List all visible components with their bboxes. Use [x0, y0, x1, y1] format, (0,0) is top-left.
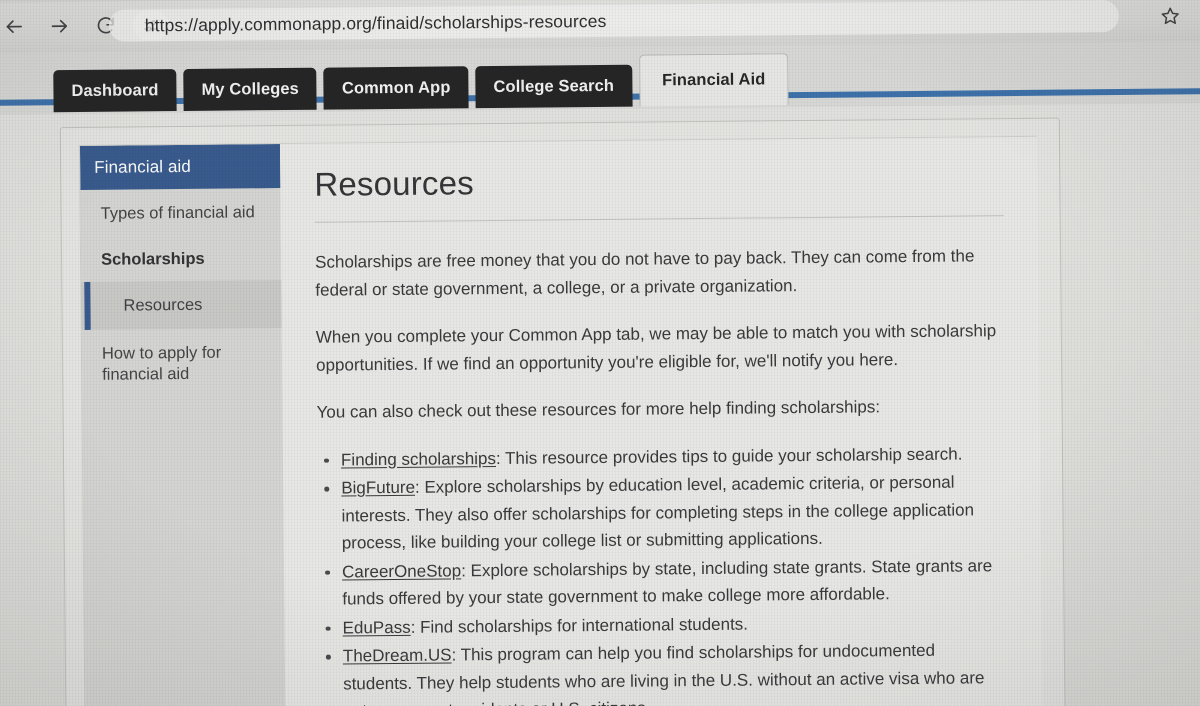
list-item: BigFuture: Explore scholarships by educa… [317, 468, 1007, 557]
resource-description: : Explore scholarships by education leve… [341, 472, 975, 553]
resource-link-edupass[interactable]: EduPass [343, 618, 411, 638]
financial-aid-sidebar: Financial aid Types of financial aid Sch… [79, 144, 286, 706]
star-icon[interactable] [1160, 5, 1181, 31]
card-inner: Financial aid Types of financial aid Sch… [78, 135, 1043, 706]
resource-link-bigfuture[interactable]: BigFuture [341, 478, 415, 498]
list-item: CareerOneStop: Explore scholarships by s… [318, 552, 1007, 614]
sidebar-item-how-to-apply-for-financial-aid[interactable]: How to apply for financial aid [82, 328, 283, 398]
resource-list: Finding scholarships: This resource prov… [317, 440, 1009, 706]
back-arrow-icon[interactable] [0, 10, 37, 42]
list-item: TheDream.US: This program can help you f… [319, 636, 1009, 706]
sidebar-item-resources[interactable]: Resources [81, 280, 281, 331]
sidebar-item-label: Scholarships [100, 249, 205, 269]
tab-my-colleges[interactable]: My Colleges [183, 67, 318, 111]
sidebar-item-label: Resources [123, 296, 203, 315]
screenshot-photo: https://apply.commonapp.org/finaid/schol… [0, 0, 1200, 706]
tab-dashboard[interactable]: Dashboard [53, 69, 177, 113]
app-tabs: Dashboard My Colleges Common App College… [53, 53, 789, 113]
intro-paragraph-3: You can also check out these resources f… [316, 397, 881, 422]
intro-paragraph-2: When you complete your Common App tab, w… [315, 321, 997, 375]
url-bar[interactable]: https://apply.commonapp.org/finaid/schol… [108, 0, 1119, 42]
resource-description: : Find scholarships for international st… [410, 614, 749, 637]
resource-link-finding-scholarships[interactable]: Finding scholarships [341, 449, 496, 469]
title-divider [314, 215, 1004, 223]
tab-common-app[interactable]: Common App [323, 66, 469, 110]
sidebar-item-label: How to apply for financial aid [101, 344, 222, 384]
resource-link-careeronestop[interactable]: CareerOneStop [342, 561, 461, 581]
main-content: Resources Scholarships are free money th… [279, 136, 1043, 706]
url-text[interactable]: https://apply.commonapp.org/finaid/schol… [145, 10, 607, 35]
tab-financial-aid[interactable]: Financial Aid [638, 53, 789, 107]
resource-link-thedream-us[interactable]: TheDream.US [343, 646, 452, 666]
sidebar-item-scholarships[interactable]: Scholarships [81, 236, 281, 282]
page-title: Resources [314, 164, 475, 203]
intro-paragraph-1: Scholarships are free money that you do … [315, 246, 975, 300]
sidebar-header: Financial aid [79, 144, 281, 190]
financial-aid-card: Financial aid Types of financial aid Sch… [59, 117, 1066, 706]
sidebar-item-types-of-financial-aid[interactable]: Types of financial aid [80, 188, 280, 238]
sidebar-item-label: Types of financial aid [100, 203, 255, 223]
tab-college-search[interactable]: College Search [475, 64, 633, 109]
resource-description: : This resource provides tips to guide y… [495, 444, 963, 468]
forward-arrow-icon[interactable] [37, 10, 83, 42]
app-tab-strip: Dashboard My Colleges Common App College… [0, 41, 1200, 115]
